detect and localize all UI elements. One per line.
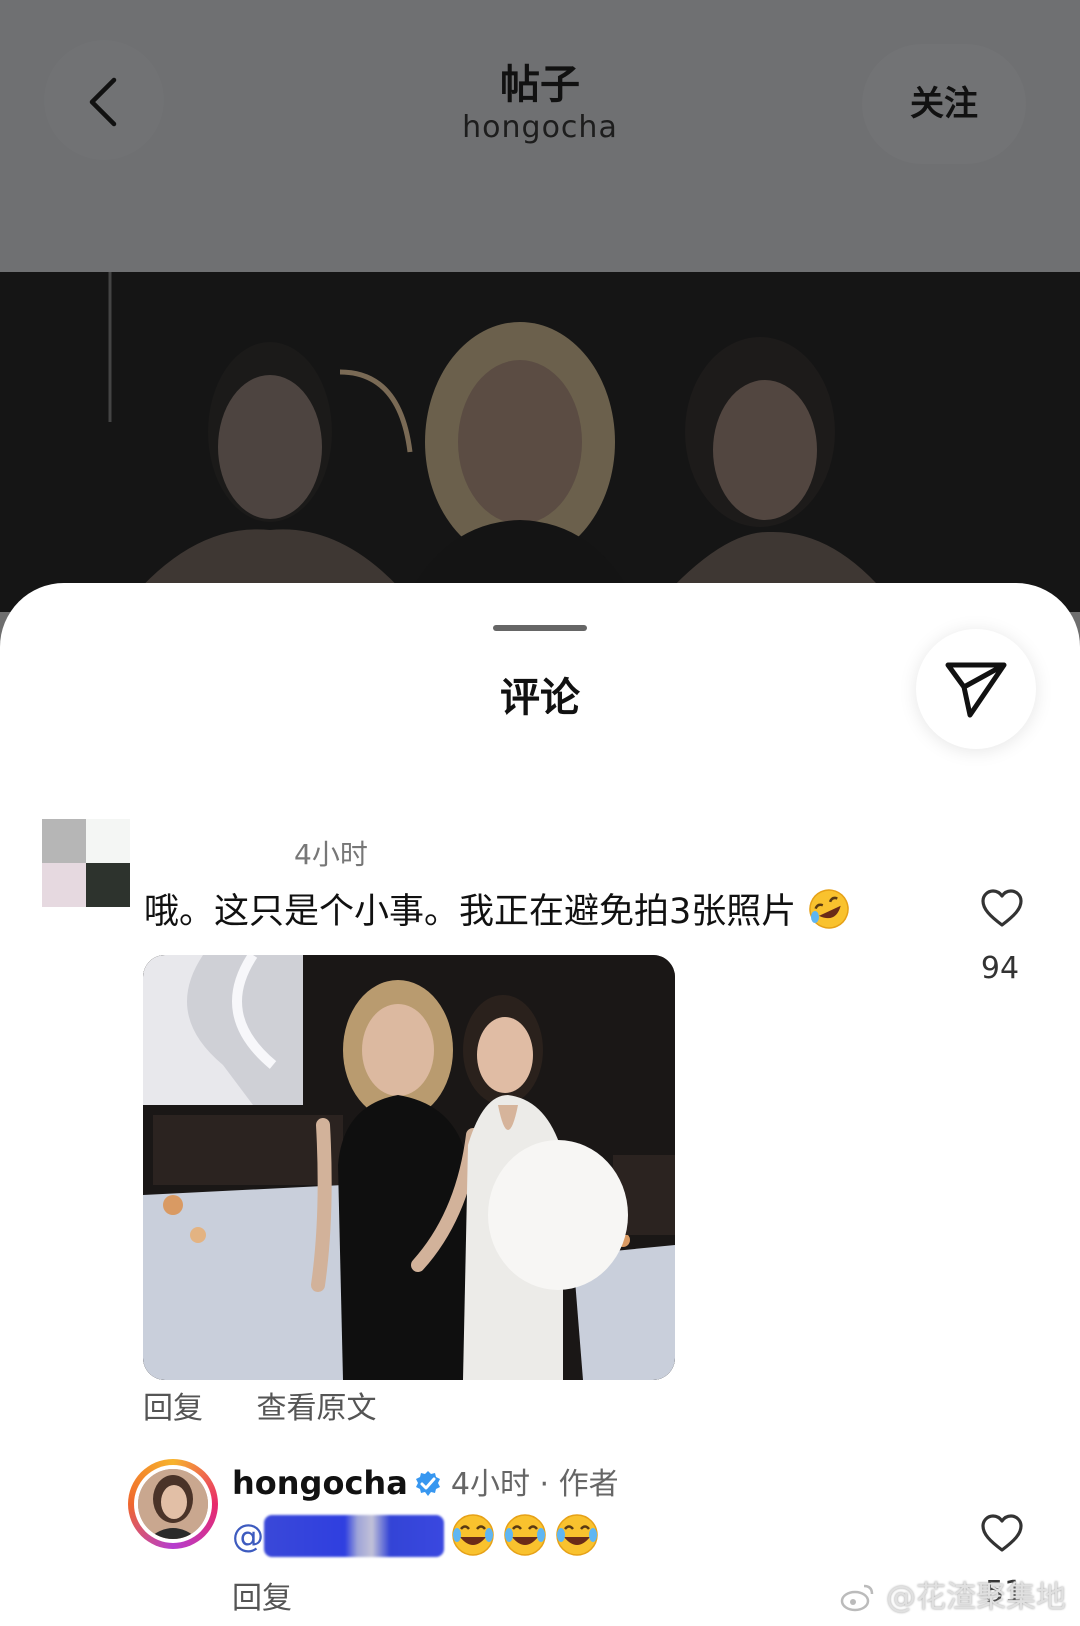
rolling-on-floor-laughing-emoji-icon — [809, 889, 850, 929]
comment-text: 哦。这只是个小事。我正在避免拍3张照片 — [144, 883, 851, 934]
share-button[interactable] — [916, 629, 1036, 749]
reply-header: hongocha 4小时 · 作者 — [232, 1459, 619, 1503]
weibo-watermark: @花渣聚集地 — [840, 1572, 1066, 1616]
sheet-drag-handle[interactable] — [493, 625, 587, 631]
comment-actions: 回复 查看原文 — [143, 1383, 421, 1427]
reply-text: @ — [232, 1511, 599, 1561]
reply-button[interactable]: 回复 — [232, 1573, 292, 1617]
verified-badge-icon — [415, 1471, 440, 1496]
watermark-text: @花渣聚集地 — [886, 1580, 1066, 1615]
reply-button[interactable]: 回复 — [143, 1391, 203, 1426]
avatar-pixelated[interactable] — [42, 819, 130, 907]
reply-meta: 4小时 · 作者 — [450, 1467, 619, 1502]
heart-icon[interactable] — [980, 888, 1024, 928]
tears-of-joy-emoji-icons — [452, 1514, 598, 1556]
post-photo — [0, 272, 1080, 612]
view-original-button[interactable]: 查看原文 — [257, 1391, 377, 1426]
avatar-ring-gap — [134, 1465, 212, 1543]
comment-time: 4小时 — [294, 838, 368, 871]
reply-username[interactable]: hongocha — [232, 1464, 408, 1502]
heart-icon[interactable] — [980, 1513, 1024, 1553]
comment-attached-photo[interactable] — [143, 955, 675, 1380]
like-count: 94 — [980, 951, 1020, 986]
mention-prefix[interactable]: @ — [232, 1517, 264, 1555]
send-icon — [945, 662, 1007, 718]
post-header: 帖子 hongocha 关注 — [0, 0, 1080, 272]
weibo-icon — [841, 1584, 874, 1612]
comment-body: 哦。这只是个小事。我正在避免拍3张照片 — [144, 892, 797, 932]
author-avatar[interactable] — [128, 1459, 218, 1549]
author-avatar-photo — [138, 1469, 208, 1539]
redacted-mention — [264, 1515, 444, 1557]
follow-button[interactable]: 关注 — [862, 44, 1026, 164]
comments-sheet: 评论 4小时 哦。这只是个小事。我正在避免拍3张照片 94 回复 查看原文 ho… — [0, 583, 1080, 1626]
